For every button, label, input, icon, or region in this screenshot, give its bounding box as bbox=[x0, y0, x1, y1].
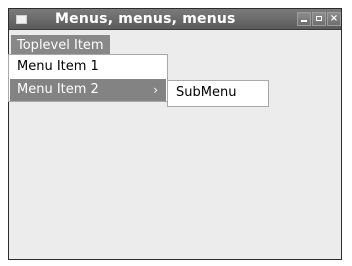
chevron-right-icon: › bbox=[153, 83, 158, 97]
menu-item-1[interactable]: Menu Item 1 bbox=[10, 56, 166, 78]
window-menu-icon[interactable] bbox=[16, 15, 27, 24]
submenu-item-label: SubMenu bbox=[176, 85, 237, 100]
menu-item-label: Menu Item 2 bbox=[17, 82, 99, 97]
minimize-icon[interactable] bbox=[297, 12, 311, 26]
menu-item-2[interactable]: Menu Item 2 › bbox=[10, 79, 166, 101]
app-window: Menus, menus, menus × Toplevel Item bbox=[8, 8, 342, 260]
maximize-icon[interactable] bbox=[312, 12, 326, 26]
submenu-item[interactable]: SubMenu bbox=[169, 82, 267, 104]
title-bar[interactable]: Menus, menus, menus × bbox=[9, 9, 341, 30]
submenu: SubMenu bbox=[167, 80, 269, 107]
window-title: Menus, menus, menus bbox=[55, 11, 236, 27]
dropdown-menu: Menu Item 1 Menu Item 2 › bbox=[8, 54, 168, 102]
close-icon[interactable]: × bbox=[327, 12, 341, 26]
menu-item-label: Menu Item 1 bbox=[17, 59, 99, 74]
